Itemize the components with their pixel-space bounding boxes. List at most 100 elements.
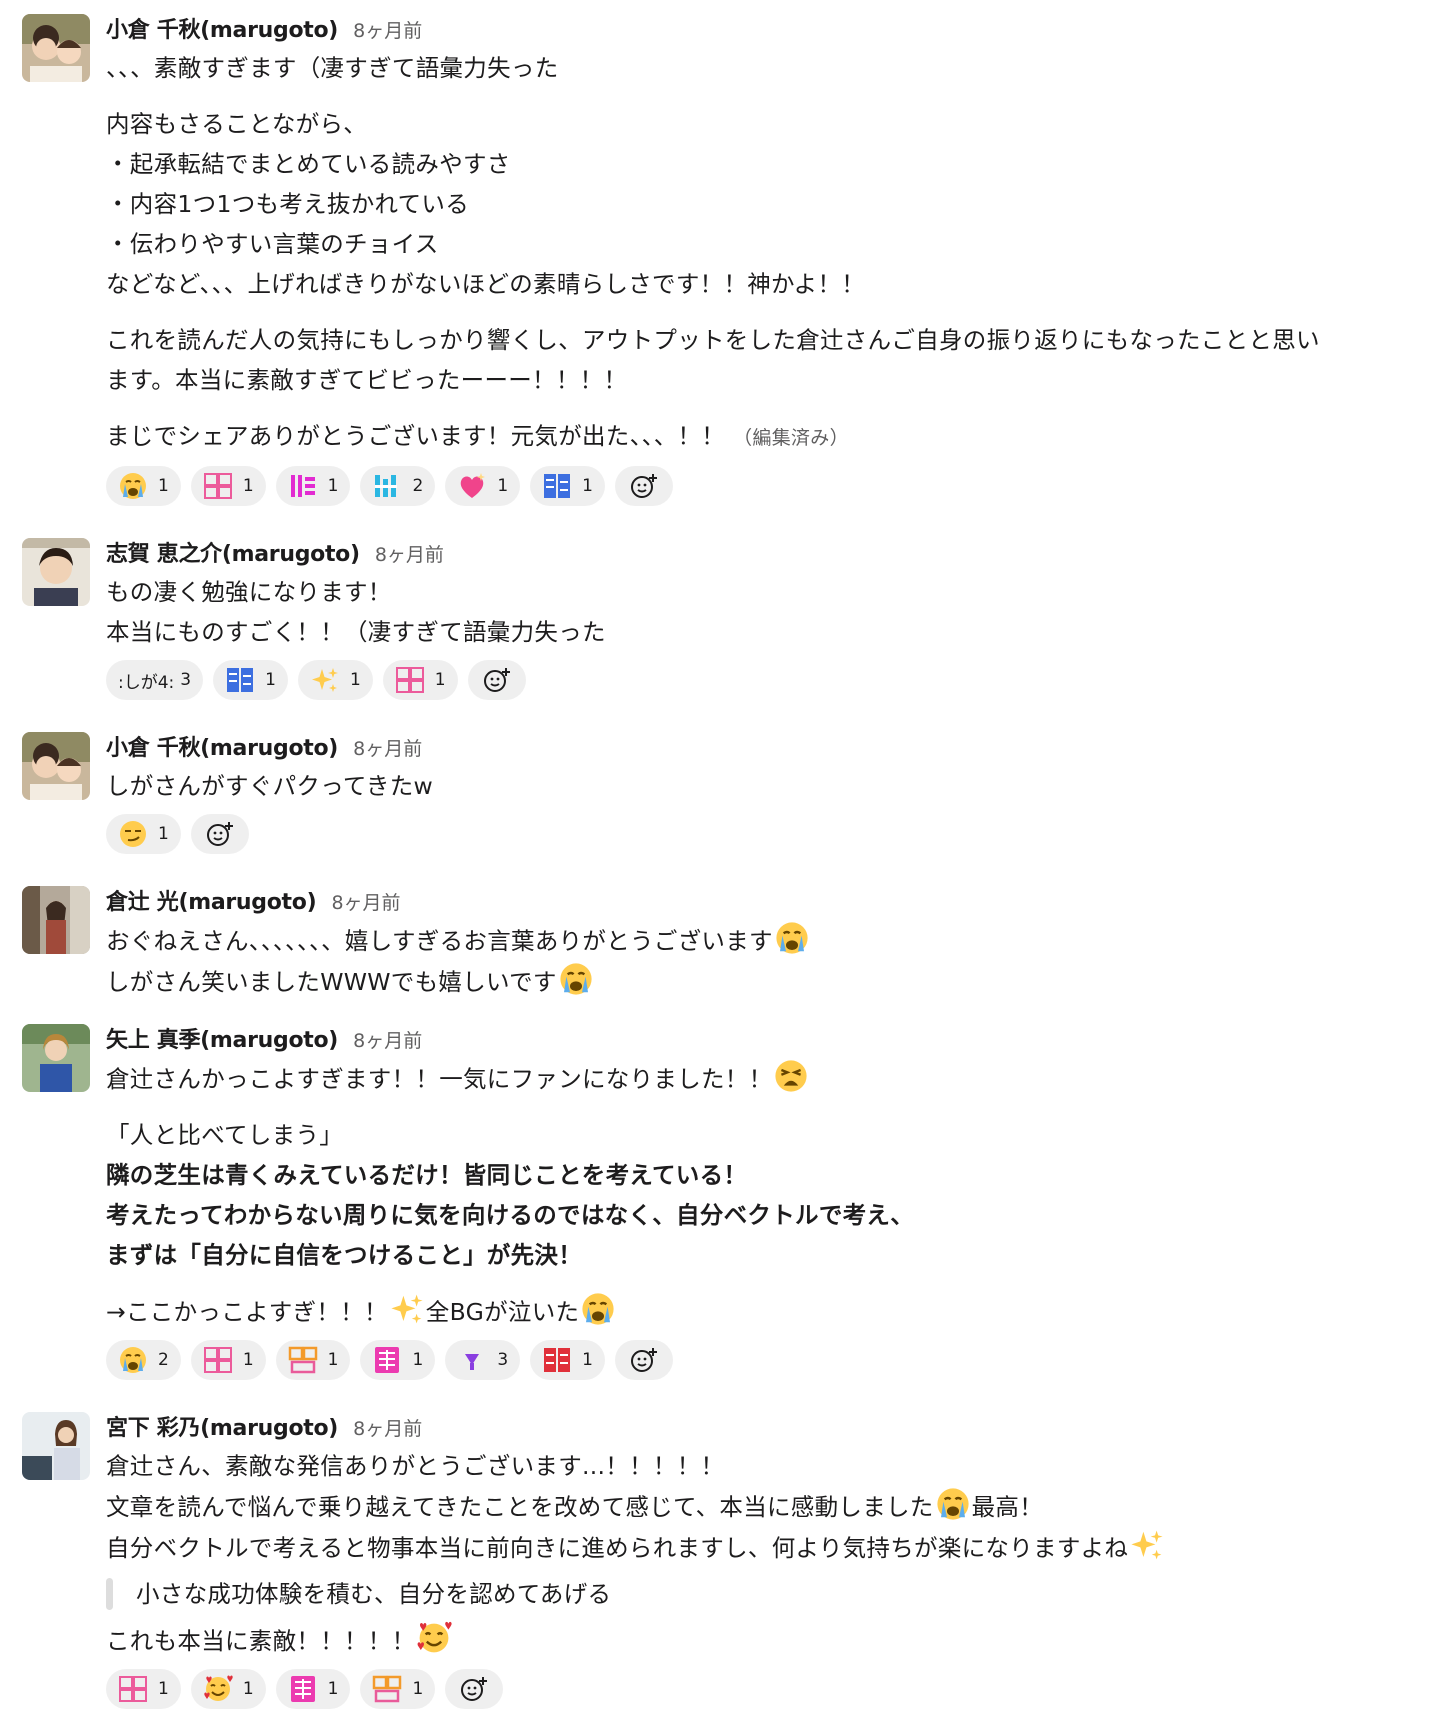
avatar[interactable]: [22, 14, 90, 82]
message-text-span: 最高！: [971, 1493, 1043, 1521]
message-text-span: 全BGが泣いた: [425, 1298, 580, 1326]
reaction-count: 3: [180, 670, 192, 690]
reaction-crying-face[interactable]: 1: [106, 466, 181, 506]
message-text-span: 文章を読んで悩んで乗り越えてきたことを改めて感じて、本当に感動しました: [106, 1493, 934, 1521]
custom-blue-kanji-icon: [542, 471, 572, 501]
message-text: →ここかっこよすぎ！！！ 全BGが泣いた: [106, 1291, 1430, 1332]
quote-text: 小さな成功体験を積む、自分を認めてあげる: [136, 1580, 612, 1608]
reaction-custom[interactable]: 1: [275, 1340, 351, 1380]
timestamp[interactable]: 8ヶ月前: [353, 738, 422, 760]
reaction-custom[interactable]: 1: [530, 1340, 605, 1380]
timestamp[interactable]: 8ヶ月前: [353, 20, 422, 42]
message-text-span: 倉辻さんかっこよすぎます！！一気にファンになりました！！: [106, 1065, 773, 1093]
add-reaction-button[interactable]: [614, 466, 673, 506]
message-text-span: しがさん笑いましたWWWでも嬉しいです: [106, 968, 557, 996]
weary-face-icon: [775, 1060, 808, 1092]
timestamp[interactable]: 8ヶ月前: [353, 1030, 422, 1052]
custom-red-kanji-icon: [542, 1345, 572, 1375]
reaction-custom[interactable]: 1: [190, 466, 266, 506]
reaction-custom[interactable]: 1: [382, 660, 458, 700]
reaction-count: 1: [158, 476, 169, 496]
reactions-bar: 1 1 1 2 1 1: [106, 466, 1430, 510]
message-text: これを読んだ人の気持にもしっかり響くし、アウトプットをした倉辻さんご自身の振り返…: [106, 326, 1320, 354]
message-text-span: これも本当に素敵！！！！！: [106, 1627, 416, 1655]
reaction-smirking-face[interactable]: 1: [106, 814, 181, 854]
reaction-custom[interactable]: 1: [360, 1669, 436, 1709]
sparkles-icon: [310, 665, 340, 695]
message-text-span: 自分ベクトルで考えると物事本当に前向きに進められますし、何より気持ちが楽になりま…: [106, 1534, 1129, 1562]
message-text-span: まじでシェアありがとうございます！元気が出た、、、！！: [106, 422, 726, 450]
add-reaction-button[interactable]: [190, 814, 249, 854]
sender-name[interactable]: 矢上 真季(marugoto): [106, 1028, 338, 1053]
add-reaction-button[interactable]: [467, 660, 526, 700]
reaction-count: 1: [265, 670, 276, 690]
timestamp[interactable]: 8ヶ月前: [331, 892, 400, 914]
sender-name[interactable]: 宮下 彩乃(marugoto): [106, 1416, 338, 1441]
reaction-count: 2: [412, 476, 424, 496]
add-reaction-icon: [461, 1677, 488, 1701]
reaction-crying-face[interactable]: 2: [106, 1340, 181, 1380]
add-reaction-button[interactable]: [445, 1669, 504, 1709]
edited-label: （編集済み）: [733, 427, 849, 449]
reactions-bar: 1: [106, 814, 1430, 858]
reaction-count: 1: [434, 670, 446, 690]
reaction-custom[interactable]: 1: [275, 466, 351, 506]
crying-face-icon: [776, 922, 808, 954]
reaction-sparkles[interactable]: 1: [297, 660, 373, 700]
reaction-custom[interactable]: 1: [190, 1340, 266, 1380]
reaction-custom[interactable]: 1: [530, 466, 605, 506]
reaction-count: 1: [242, 1350, 254, 1370]
reaction-count: 1: [158, 824, 169, 844]
reaction-custom[interactable]: 1: [213, 660, 288, 700]
message-text: 自分ベクトルで考えると物事本当に前向きに進められますし、何より気持ちが楽になりま…: [106, 1527, 1430, 1568]
reaction-count: 1: [349, 670, 361, 690]
message-text-span: →ここかっこよすぎ！！！: [106, 1298, 388, 1326]
avatar[interactable]: [22, 732, 90, 800]
message-text: などなど、、、上げればきりがないほどの素晴らしさです！！神かよ！！: [106, 270, 866, 298]
sender-name[interactable]: 小倉 千秋(marugoto): [106, 736, 338, 761]
message-text: 隣の芝生は青くみえているだけ！皆同じことを考えている！: [106, 1161, 748, 1189]
sender-name[interactable]: 志賀 恵之介(marugoto): [106, 542, 360, 567]
sparkles-icon: [1131, 1530, 1163, 1560]
timestamp[interactable]: 8ヶ月前: [375, 544, 444, 566]
reaction-custom[interactable]: 2: [360, 466, 436, 506]
sender-name[interactable]: 小倉 千秋(marugoto): [106, 18, 338, 43]
avatar[interactable]: [22, 1024, 90, 1092]
sender-name[interactable]: 倉辻 光(marugoto): [106, 890, 317, 915]
message-text: しがさんがすぐパクってきたw: [106, 772, 434, 800]
crying-face-icon: [582, 1293, 614, 1325]
reaction-custom[interactable]: 1: [360, 1340, 436, 1380]
add-reaction-button[interactable]: [614, 1340, 673, 1380]
message-text: しがさん笑いましたWWWでも嬉しいです: [106, 961, 1430, 1002]
custom-orange-text-icon: [288, 1345, 318, 1375]
reaction-sparkling-heart[interactable]: 1: [445, 466, 521, 506]
avatar[interactable]: [22, 538, 90, 606]
reaction-count: 1: [158, 1679, 169, 1699]
custom-pink-text-icon: [203, 471, 233, 501]
message-text: 考えたってわからない周りに気を向けるのではなく、自分ベクトルで考え、: [106, 1201, 915, 1229]
reaction-custom-label[interactable]: :しが4: 3: [106, 660, 204, 700]
message-text: ・伝わりやすい言葉のチョイス: [106, 230, 439, 258]
reactions-bar: :しが4: 3 1 1 1: [106, 660, 1430, 704]
reaction-custom[interactable]: 1: [106, 1669, 181, 1709]
message-text: もの凄く勉強になります！: [106, 578, 392, 606]
message-text: 内容もさることながら、: [106, 110, 368, 138]
reaction-smiling-face-with-hearts[interactable]: 1: [190, 1669, 266, 1709]
reaction-custom[interactable]: 1: [275, 1669, 351, 1709]
reactions-bar: 2 1 1 1 3 1: [106, 1340, 1430, 1384]
add-reaction-icon: [483, 668, 510, 692]
add-reaction-icon: [630, 474, 657, 498]
message-text: 倉辻さんかっこよすぎます！！一気にファンになりました！！: [106, 1058, 1430, 1099]
blockquote: 小さな成功体験を積む、自分を認めてあげる: [106, 1574, 1430, 1614]
avatar[interactable]: [22, 1412, 90, 1480]
message-text: 倉辻さん、素敵な発信ありがとうございます...！！！！！: [106, 1452, 725, 1480]
custom-purple-text-icon: [457, 1345, 487, 1375]
reaction-label: :しが4:: [118, 672, 175, 693]
custom-orange-text-icon: [372, 1674, 402, 1704]
timestamp[interactable]: 8ヶ月前: [353, 1418, 422, 1440]
add-reaction-icon: [206, 822, 233, 846]
reaction-custom[interactable]: 3: [445, 1340, 521, 1380]
message-text: ます。本当に素敵すぎてビビったーーー！！！！: [106, 366, 628, 394]
message-text: 本当にものすごく！！（凄すぎて語彙力失った: [106, 618, 606, 646]
avatar[interactable]: [22, 886, 90, 954]
